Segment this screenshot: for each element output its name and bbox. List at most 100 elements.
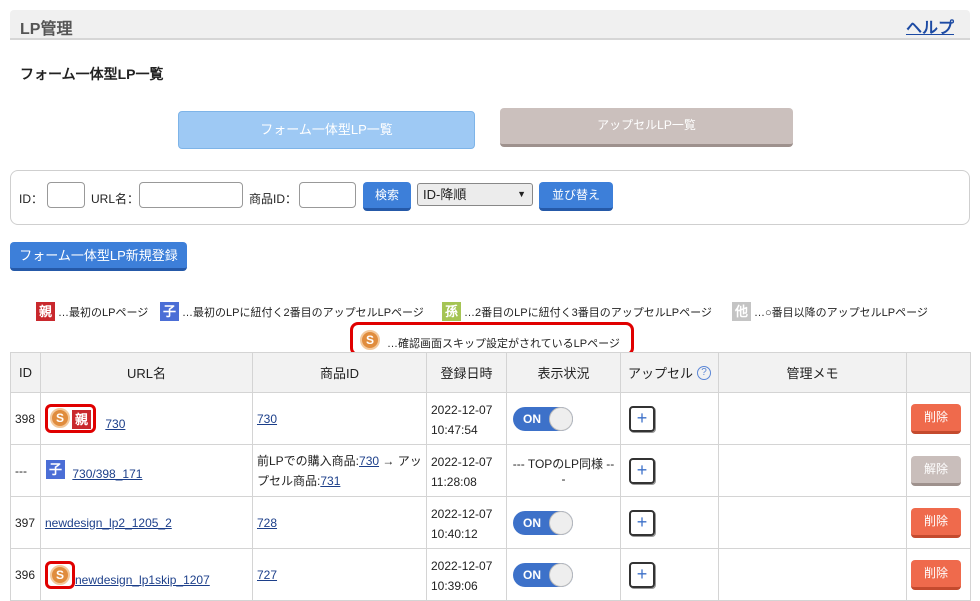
ko-badge-icon: 子 [46,459,65,479]
delete-button[interactable]: 削除 [911,403,961,434]
date: 2022-12-07 [431,558,493,573]
col-product: 商品ID [252,352,427,393]
delete-button[interactable]: 削除 [911,559,961,590]
url-link[interactable]: newdesign_lp1skip_1207 [75,573,210,587]
row-product-cell: 前LPでの購入商品:730 → アップセル商品:731 [252,444,427,497]
legend-item-ta: 他 …○番目以降のアップセルLPページ [732,302,928,321]
row-action-cell: 削除 [906,496,971,549]
upsell-product-link[interactable]: 731 [320,474,340,488]
add-upsell-button[interactable]: + [629,457,655,484]
header-title: LP管理 [20,21,73,38]
row-id: 397 [10,496,41,549]
col-memo: 管理メモ [718,352,907,393]
time: 10:40:12 [431,526,478,541]
row-url-cell: newdesign_lp2_1205_2 [40,496,253,549]
toggle-label: ON [523,567,541,582]
delete-button[interactable]: 削除 [911,507,961,538]
url-input[interactable] [139,182,243,208]
product-id-input[interactable] [299,182,356,208]
legend-text: …最初のLPページ [58,306,149,319]
row-date-cell: 2022-12-07 10:40:12 [426,496,507,549]
oya-badge-icon: 親 [72,409,91,429]
row-memo-cell [718,392,907,445]
add-upsell-button[interactable]: + [629,405,655,432]
date: 2022-12-07 [431,506,493,521]
new-lp-button[interactable]: フォーム一体型LP新規登録 [10,242,187,271]
col-date: 登録日時 [426,352,507,393]
tab-upsell-lp-list[interactable]: アップセルLP一覧 [500,108,793,147]
status-toggle[interactable]: ON [513,510,573,535]
row-date-cell: 2022-12-07 11:28:08 [426,444,507,497]
row-product-cell: 728 [252,496,427,549]
row-upsell-cell: + [620,392,719,445]
time: 10:47:54 [431,422,478,437]
row-id: --- [10,444,41,497]
page-title: フォーム一体型LP一覧 [20,66,164,82]
row-upsell-cell: + [620,444,719,497]
date: 2022-12-07 [431,402,493,417]
col-upsell-label: アップセル [627,366,693,381]
status-toggle[interactable]: ON [513,562,573,587]
skip-legend: S …確認画面スキップ設定がされているLPページ [350,322,634,356]
product-id-label: 商品ID： [249,192,298,206]
legend-item-ko: 子 …最初のLPに紐付く2番目のアップセルLPページ [160,302,424,321]
col-upsell: アップセル? [620,352,719,393]
url-link[interactable]: 730 [105,417,125,431]
add-upsell-button[interactable]: + [629,561,655,588]
row-url-cell: S親 730 [40,392,253,445]
help-link[interactable]: ヘルプ [906,14,954,38]
row-status-cell: --- TOPのLP同様 --- [506,444,621,497]
row-date-cell: 2022-12-07 10:47:54 [426,392,507,445]
skip-s-icon: S [360,330,380,350]
col-id: ID [10,352,41,393]
url-label: URL名： [91,192,140,206]
col-url: URL名 [40,352,253,393]
status-toggle[interactable]: ON [513,406,573,431]
unlink-button[interactable]: 解除 [911,455,961,486]
row-memo-cell [718,548,907,601]
legend-text: …2番目のLPに紐付く3番目のアップセルLPページ [464,306,712,319]
id-label: ID： [19,192,44,206]
skip-highlight: S親 [45,404,96,433]
table-row: 397 newdesign_lp2_1205_2 728 2022-12-07 1… [10,496,971,549]
table-row: 396 Snewdesign_lp1skip_1207 727 2022-12-… [10,548,971,601]
skip-legend-text: …確認画面スキップ設定がされているLPページ [387,338,620,350]
help-question-icon[interactable]: ? [697,366,711,380]
tab-form-lp-list[interactable]: フォーム一体型LP一覧 [178,111,475,149]
product-link[interactable]: 730 [359,454,379,468]
ta-badge-icon: 他 [732,302,751,321]
product-link[interactable]: 730 [257,412,277,426]
lp-table: ID URL名 商品ID 登録日時 表示状況 アップセル? 管理メモ 398 S… [10,352,971,601]
table-row: --- 子 730/398_171 前LPでの購入商品:730 → アップセル商… [10,444,971,497]
toggle-knob [549,510,573,535]
col-action [906,352,971,393]
search-panel: ID： URL名： 商品ID： 検索 ID-降順 ▼ 並び替え [10,170,970,225]
url-link[interactable]: 730/398_171 [72,467,142,481]
date: 2022-12-07 [431,454,493,469]
product-link[interactable]: 727 [257,568,277,582]
ko-badge-icon: 子 [160,302,179,321]
sort-select[interactable]: ID-降順 ▼ [417,183,533,206]
search-button[interactable]: 検索 [363,182,411,211]
row-action-cell: 削除 [906,392,971,445]
legend-text: …最初のLPに紐付く2番目のアップセルLPページ [182,306,424,319]
product-pre-text: 前LPでの購入商品: [257,453,360,468]
sort-select-value: ID-降順 [423,187,467,202]
row-upsell-cell: + [620,496,719,549]
id-input[interactable] [47,182,85,208]
chevron-down-icon: ▼ [517,189,526,199]
row-url-cell: Snewdesign_lp1skip_1207 [40,548,253,601]
row-upsell-cell: + [620,548,719,601]
row-action-cell: 削除 [906,548,971,601]
skip-highlight: S [45,560,75,589]
row-product-cell: 730 [252,392,427,445]
row-action-cell: 解除 [906,444,971,497]
row-product-cell: 727 [252,548,427,601]
add-upsell-button[interactable]: + [629,509,655,536]
product-link[interactable]: 728 [257,516,277,530]
table-header-row: ID URL名 商品ID 登録日時 表示状況 アップセル? 管理メモ [10,352,971,393]
time: 10:39:06 [431,578,478,593]
sort-button[interactable]: 並び替え [539,182,613,211]
url-link[interactable]: newdesign_lp2_1205_2 [45,516,172,530]
row-url-cell: 子 730/398_171 [40,444,253,497]
